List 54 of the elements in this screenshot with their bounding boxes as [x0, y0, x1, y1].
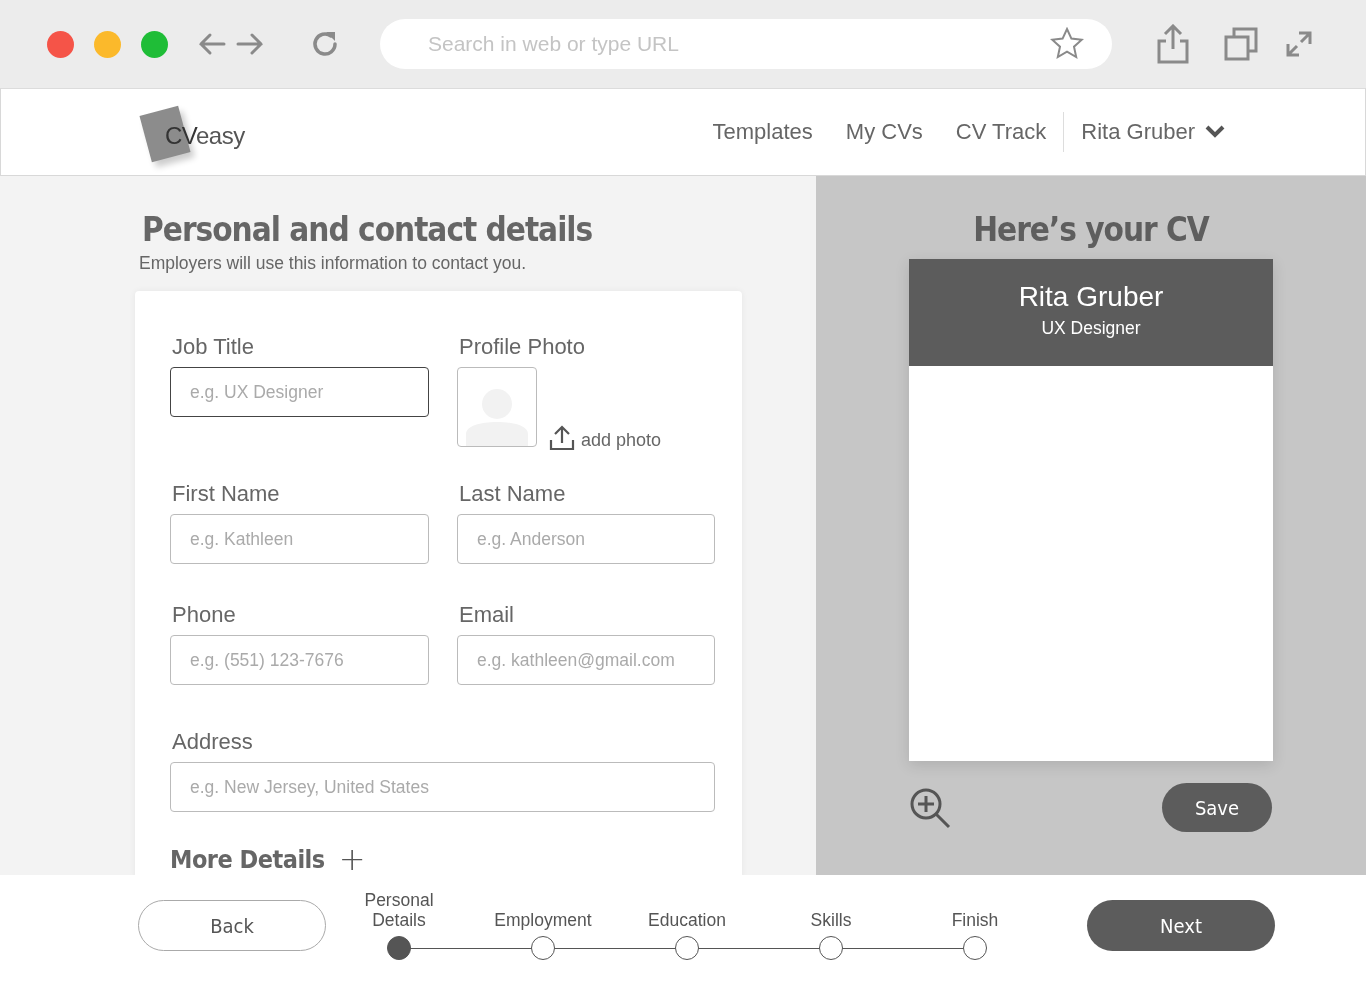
input-field[interactable]: e.g. Anderson: [457, 514, 715, 564]
window-control-button[interactable]: [47, 30, 74, 58]
step-indicator[interactable]: [819, 936, 843, 960]
address-bar[interactable]: Search in web or type URL: [380, 19, 1112, 69]
input-field[interactable]: e.g. Kathleen: [170, 514, 429, 564]
back-arrow-icon[interactable]: [198, 32, 226, 56]
chevron-down-icon[interactable]: [1205, 125, 1225, 139]
save-button[interactable]: Save: [1162, 783, 1272, 832]
upload-icon[interactable]: [549, 425, 575, 451]
nav-link[interactable]: CV Track: [955, 119, 1047, 145]
field-label: First Name: [172, 482, 281, 506]
reload-icon[interactable]: [310, 29, 340, 59]
step-label: Personal Details: [364, 890, 434, 930]
step-indicator[interactable]: [387, 936, 411, 960]
window-control-button[interactable]: [94, 30, 121, 58]
preview-title: Here’s your CV: [973, 210, 1209, 250]
forward-arrow-icon[interactable]: [236, 32, 264, 56]
step-label: Skills: [810, 910, 852, 930]
step-indicator[interactable]: [531, 936, 555, 960]
next-button[interactable]: Next: [1087, 900, 1275, 951]
nav-link[interactable]: Templates: [712, 119, 813, 145]
page-subtitle: Employers will use this information to contact you.: [139, 253, 528, 274]
field-label: Last Name: [459, 482, 567, 506]
zoom-in-icon[interactable]: [909, 786, 951, 829]
nav-link[interactable]: My CVs: [845, 119, 923, 145]
step-label: Education: [648, 910, 726, 930]
back-button[interactable]: Back: [138, 900, 326, 951]
star-icon[interactable]: [1050, 27, 1084, 61]
input-field[interactable]: e.g. (551) 123-7676: [170, 635, 429, 685]
input-field[interactable]: e.g. New Jersey, United States: [170, 762, 715, 812]
field-label: Email: [459, 603, 515, 627]
field-label: Address: [172, 730, 254, 754]
cv-name: Rita Gruber: [1018, 281, 1164, 313]
window-control-button[interactable]: [141, 30, 168, 58]
add-photo-link[interactable]: add photo: [581, 430, 662, 451]
step-indicator[interactable]: [963, 936, 987, 960]
page-title: Personal and contact details: [142, 210, 594, 250]
address-input[interactable]: Search in web or type URL: [426, 31, 930, 57]
cv-role: UX Designer: [1041, 318, 1141, 339]
expand-icon[interactable]: +: [338, 840, 365, 875]
input-field[interactable]: e.g. kathleen@gmail.com: [457, 635, 715, 685]
input-field[interactable]: e.g. UX Designer: [170, 367, 429, 417]
tabs-icon[interactable]: [1224, 27, 1258, 61]
step-label: Employment: [494, 910, 592, 930]
profile-photo-placeholder[interactable]: [457, 367, 537, 447]
field-label: Phone: [172, 603, 237, 627]
step-indicator[interactable]: [675, 936, 699, 960]
step-label: Finish: [951, 910, 999, 930]
field-label: Profile Photo: [459, 335, 586, 359]
user-menu[interactable]: Rita Gruber: [1081, 119, 1195, 145]
share-icon[interactable]: [1156, 24, 1190, 64]
field-label: Job Title: [172, 335, 255, 359]
fullscreen-icon[interactable]: [1284, 29, 1314, 59]
section-heading[interactable]: More Details: [170, 844, 325, 874]
